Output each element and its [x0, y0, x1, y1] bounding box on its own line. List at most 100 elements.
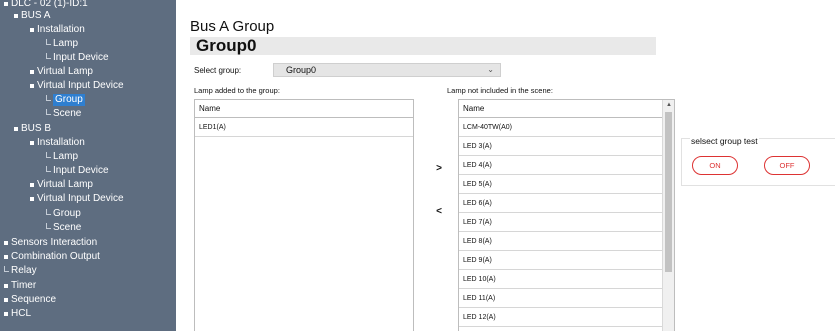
sidebar-item-label: Sensors Interaction: [11, 237, 98, 248]
list-item[interactable]: LED 13(A): [459, 327, 662, 331]
scroll-up-icon[interactable]: ▲: [666, 102, 672, 108]
expand-icon[interactable]: [4, 298, 8, 302]
tree-branch-icon: [46, 38, 51, 45]
list-item[interactable]: LED 9(A): [459, 251, 662, 270]
sidebar-item-label: Virtual Input Device: [37, 193, 124, 204]
column-header-name[interactable]: Name: [195, 100, 413, 118]
sidebar-item[interactable]: Combination Output: [4, 251, 100, 263]
sidebar-item[interactable]: Group: [46, 94, 85, 106]
sidebar-item-label: Sequence: [11, 294, 57, 305]
sidebar-item[interactable]: HCL: [4, 308, 31, 320]
expand-icon[interactable]: [30, 84, 34, 88]
scrollbar-thumb[interactable]: [665, 112, 672, 272]
expand-icon[interactable]: [4, 312, 8, 316]
tree-branch-icon: [46, 208, 51, 215]
sidebar-item-label: Scene: [53, 108, 82, 119]
list-item[interactable]: LED 12(A): [459, 308, 662, 327]
select-group-label: Select group:: [194, 66, 242, 75]
expand-icon[interactable]: [30, 183, 34, 187]
column-header-name[interactable]: Name: [459, 100, 674, 118]
sidebar-item[interactable]: Timer: [4, 280, 36, 292]
tree-branch-icon: [46, 108, 51, 115]
sidebar-item-label: HCL: [11, 308, 32, 319]
sidebar-item-label: Timer: [11, 280, 37, 291]
added-lamps-list[interactable]: Name LED1(A): [194, 99, 414, 331]
expand-icon[interactable]: [14, 14, 18, 18]
sidebar-item-label: Input Device: [53, 165, 109, 176]
list-item[interactable]: LED 5(A): [459, 175, 662, 194]
sidebar-item[interactable]: Lamp: [46, 38, 78, 50]
sidebar-item[interactable]: Installation: [30, 137, 85, 149]
sidebar-item[interactable]: BUS A: [14, 10, 50, 22]
expand-icon[interactable]: [4, 284, 8, 288]
tree-branch-icon: [46, 94, 51, 101]
sidebar-item[interactable]: BUS B: [14, 123, 51, 135]
sidebar-item[interactable]: Virtual Lamp: [30, 179, 93, 191]
select-group-value: Group0: [286, 65, 317, 75]
group-name: Group0: [196, 36, 257, 55]
sidebar-item-label: Virtual Lamp: [37, 66, 93, 77]
list-item[interactable]: LED 8(A): [459, 232, 662, 251]
sidebar-item[interactable]: Scene: [46, 108, 81, 120]
list-item[interactable]: LED 11(A): [459, 289, 662, 308]
sidebar-item-label: BUS A: [21, 10, 51, 21]
group-header: Group0: [190, 37, 656, 55]
sidebar-item[interactable]: Scene: [46, 222, 81, 234]
app-window: DLC - 02 (1)-ID:1 BUS A Installation Lamp In…: [0, 0, 835, 331]
sidebar-item[interactable]: Virtual Input Device: [30, 193, 124, 205]
sidebar-item-label: Relay: [11, 265, 37, 276]
sidebar-item-label: Virtual Input Device: [37, 80, 124, 91]
added-lamps-caption: Lamp added to the group:: [194, 86, 280, 95]
expand-icon[interactable]: [30, 70, 34, 74]
chevron-down-icon: ⌄: [487, 65, 494, 74]
sidebar-item-label: Lamp: [53, 38, 79, 49]
tree-branch-icon: [46, 222, 51, 229]
list-item[interactable]: LED 7(A): [459, 213, 662, 232]
sidebar-item-label: Installation: [37, 24, 85, 35]
list-item[interactable]: LED 4(A): [459, 156, 662, 175]
list-item[interactable]: LED 10(A): [459, 270, 662, 289]
sidebar-tree: DLC - 02 (1)-ID:1 BUS A Installation Lamp In…: [0, 0, 176, 331]
sidebar-item[interactable]: Virtual Lamp: [30, 66, 93, 78]
list-item[interactable]: LED 3(A): [459, 137, 662, 156]
sidebar-item-label: Scene: [53, 222, 82, 233]
expand-icon[interactable]: [4, 241, 8, 245]
sidebar-item-label: Group: [53, 94, 85, 106]
list-item[interactable]: LED 6(A): [459, 194, 662, 213]
group-test-panel: selsect group test ON OFF: [681, 136, 835, 186]
sidebar-item-label: Lamp: [53, 151, 79, 162]
tree-branch-icon: [4, 265, 9, 272]
excluded-lamps-caption: Lamp not included in the scene:: [447, 86, 553, 95]
add-to-group-button[interactable]: >: [432, 162, 446, 176]
select-group-dropdown[interactable]: Group0 ⌄: [273, 63, 501, 77]
test-on-button[interactable]: ON: [692, 156, 738, 175]
remove-from-group-button[interactable]: <: [432, 205, 446, 219]
sidebar-item-label: Installation: [37, 137, 85, 148]
expand-icon[interactable]: [30, 28, 34, 32]
main-panel: Bus A Group Group0 Select group: Group0 …: [176, 0, 835, 331]
expand-icon[interactable]: [4, 255, 8, 259]
test-off-button[interactable]: OFF: [764, 156, 810, 175]
expand-icon[interactable]: [30, 141, 34, 145]
sidebar-item[interactable]: Input Device: [46, 52, 109, 64]
sidebar-item[interactable]: DLC - 02 (1)-ID:1: [4, 0, 88, 10]
sidebar-item[interactable]: Input Device: [46, 165, 109, 177]
list-item[interactable]: LCM-40TW(A0): [459, 118, 662, 137]
list-scrollbar[interactable]: ▲: [662, 100, 674, 331]
sidebar-item[interactable]: Sequence: [4, 294, 56, 306]
sidebar-item-label: BUS B: [21, 123, 52, 134]
sidebar-item[interactable]: Group: [46, 208, 81, 220]
sidebar-item[interactable]: Virtual Input Device: [30, 80, 124, 92]
sidebar-item[interactable]: Relay: [4, 265, 37, 277]
sidebar-item-label: Input Device: [53, 52, 109, 63]
list-item[interactable]: LED1(A): [195, 118, 413, 137]
excluded-lamps-list[interactable]: Name ▲ LCM-40TW(A0) LED 3(A) LED 4(A) LED 5…: [458, 99, 675, 331]
expand-icon[interactable]: [14, 127, 18, 131]
sidebar-item[interactable]: Lamp: [46, 151, 78, 163]
expand-icon[interactable]: [4, 2, 8, 6]
sidebar-item[interactable]: Installation: [30, 24, 85, 36]
sidebar-item[interactable]: Sensors Interaction: [4, 237, 97, 249]
sidebar-item-label: Group: [53, 208, 81, 219]
expand-icon[interactable]: [30, 197, 34, 201]
group-test-title: selsect group test: [690, 136, 759, 146]
